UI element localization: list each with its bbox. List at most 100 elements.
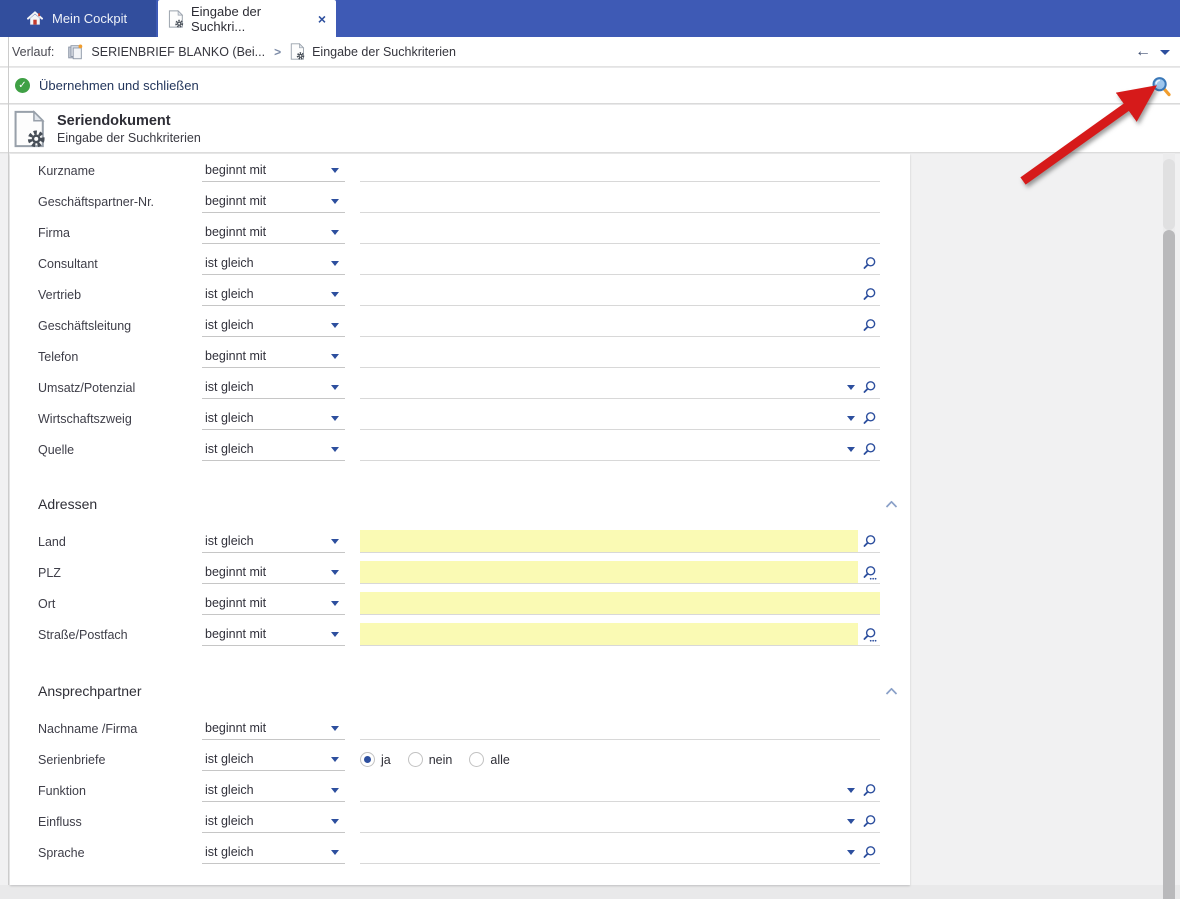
search-icon[interactable]	[862, 442, 877, 457]
operator-dropdown[interactable]: beginnt mit	[202, 623, 345, 646]
combo-lookup-input[interactable]	[360, 779, 880, 802]
lookup-input-highlighted[interactable]	[360, 561, 880, 584]
breadcrumb-item-serienbrief[interactable]: SERIENBRIEF BLANKO (Bei...	[91, 45, 265, 59]
tab-mein-cockpit[interactable]: Mein Cockpit	[0, 0, 156, 37]
combo-lookup-input[interactable]	[360, 407, 880, 430]
scrollbar-thumb[interactable]	[1163, 230, 1175, 899]
chevron-down-icon[interactable]	[847, 385, 855, 390]
operator-dropdown[interactable]: beginnt mit	[202, 717, 345, 740]
chevron-down-icon	[331, 261, 339, 266]
page-header: Seriendokument Eingabe der Suchkriterien	[0, 105, 1180, 153]
toolbar: ✓ Übernehmen und schließen	[0, 68, 1180, 104]
field-label: Serienbriefe	[10, 753, 202, 767]
search-icon[interactable]	[862, 845, 877, 860]
field-label: PLZ	[10, 566, 202, 580]
field-label: Wirtschaftszweig	[10, 412, 202, 426]
chevron-down-icon	[331, 726, 339, 731]
operator-dropdown[interactable]: ist gleich	[202, 841, 345, 864]
apply-and-close-button[interactable]: ✓ Übernehmen und schließen	[15, 78, 199, 93]
operator-dropdown[interactable]: ist gleich	[202, 283, 345, 306]
operator-dropdown[interactable]: ist gleich	[202, 314, 345, 337]
search-more-icon[interactable]	[862, 565, 877, 580]
lookup-input[interactable]	[360, 314, 880, 337]
operator-value: beginnt mit	[205, 565, 266, 579]
operator-dropdown[interactable]: beginnt mit	[202, 221, 345, 244]
form-row-telefon: Telefon beginnt mit	[10, 341, 910, 372]
field-label: Kurzname	[10, 164, 202, 178]
search-icon[interactable]	[862, 814, 877, 829]
operator-dropdown[interactable]: ist gleich	[202, 530, 345, 553]
search-icon[interactable]	[862, 411, 877, 426]
chevron-down-icon[interactable]	[847, 447, 855, 452]
highlight-fill	[360, 530, 858, 552]
text-input[interactable]	[360, 345, 880, 368]
tab-eingabe-suchkriterien[interactable]: Eingabe der Suchkri... ×	[158, 0, 336, 37]
search-icon[interactable]	[862, 380, 877, 395]
chevron-down-icon[interactable]	[847, 788, 855, 793]
radio-option-ja[interactable]: ja	[360, 752, 391, 767]
history-dropdown-icon[interactable]	[1160, 50, 1170, 55]
operator-dropdown[interactable]: beginnt mit	[202, 345, 345, 368]
documents-stack-icon	[66, 43, 84, 61]
form-row-wirtschaftszweig: Wirtschaftszweig ist gleich	[10, 403, 910, 434]
radio-option-nein[interactable]: nein	[408, 752, 453, 767]
operator-dropdown[interactable]: beginnt mit	[202, 561, 345, 584]
search-icon[interactable]	[862, 256, 877, 271]
combo-lookup-input[interactable]	[360, 841, 880, 864]
text-input[interactable]	[360, 221, 880, 244]
search-icon[interactable]	[862, 534, 877, 549]
vertical-scrollbar[interactable]	[1163, 153, 1175, 899]
text-input[interactable]	[360, 190, 880, 213]
operator-dropdown[interactable]: beginnt mit	[202, 190, 345, 213]
form-row-nachname-firma: Nachname /Firma beginnt mit	[10, 713, 910, 744]
breadcrumb-item-suchkriterien[interactable]: Eingabe der Suchkriterien	[312, 45, 456, 59]
operator-dropdown[interactable]: ist gleich	[202, 438, 345, 461]
search-icon[interactable]	[862, 783, 877, 798]
operator-dropdown[interactable]: ist gleich	[202, 810, 345, 833]
close-icon[interactable]: ×	[318, 12, 326, 26]
chevron-down-icon[interactable]	[847, 819, 855, 824]
form-row-firma: Firma beginnt mit	[10, 217, 910, 248]
scrollbar-track-segment	[1163, 159, 1175, 230]
operator-dropdown[interactable]: ist gleich	[202, 407, 345, 430]
combo-lookup-input[interactable]	[360, 810, 880, 833]
operator-dropdown[interactable]: ist gleich	[202, 779, 345, 802]
search-icon[interactable]	[862, 318, 877, 333]
lookup-input-highlighted[interactable]	[360, 530, 880, 553]
radio-option-alle[interactable]: alle	[469, 752, 509, 767]
document-gear-icon	[13, 110, 46, 148]
operator-dropdown[interactable]: ist gleich	[202, 376, 345, 399]
chevron-up-icon[interactable]	[885, 687, 898, 696]
operator-dropdown[interactable]: beginnt mit	[202, 159, 345, 182]
field-label: Geschäftspartner-Nr.	[10, 195, 202, 209]
chevron-down-icon	[331, 323, 339, 328]
search-more-icon[interactable]	[862, 627, 877, 642]
lookup-input[interactable]	[360, 252, 880, 275]
text-input-highlighted[interactable]	[360, 592, 880, 615]
search-magnifier-icon[interactable]	[1150, 75, 1172, 97]
combo-lookup-input[interactable]	[360, 376, 880, 399]
operator-dropdown[interactable]: ist gleich	[202, 748, 345, 771]
chevron-down-icon[interactable]	[847, 416, 855, 421]
form-row-sprache: Sprache ist gleich	[10, 837, 910, 868]
lookup-input-highlighted[interactable]	[360, 623, 880, 646]
chevron-down-icon[interactable]	[847, 850, 855, 855]
radio-icon	[360, 752, 375, 767]
apply-and-close-label: Übernehmen und schließen	[39, 78, 199, 93]
operator-value: ist gleich	[205, 287, 254, 301]
document-gear-icon	[168, 10, 184, 28]
back-arrow-icon[interactable]: ←	[1135, 44, 1151, 60]
text-input[interactable]	[360, 159, 880, 182]
form-row-geschaeftsleitung: Geschäftsleitung ist gleich	[10, 310, 910, 341]
form-row-ort: Ort beginnt mit	[10, 588, 910, 619]
operator-dropdown[interactable]: beginnt mit	[202, 592, 345, 615]
text-input[interactable]	[360, 717, 880, 740]
chevron-up-icon[interactable]	[885, 500, 898, 509]
combo-lookup-input[interactable]	[360, 438, 880, 461]
highlight-fill	[360, 592, 880, 614]
section-title: Ansprechpartner	[38, 683, 142, 699]
lookup-input[interactable]	[360, 283, 880, 306]
operator-dropdown[interactable]: ist gleich	[202, 252, 345, 275]
operator-value: beginnt mit	[205, 163, 266, 177]
search-icon[interactable]	[862, 287, 877, 302]
